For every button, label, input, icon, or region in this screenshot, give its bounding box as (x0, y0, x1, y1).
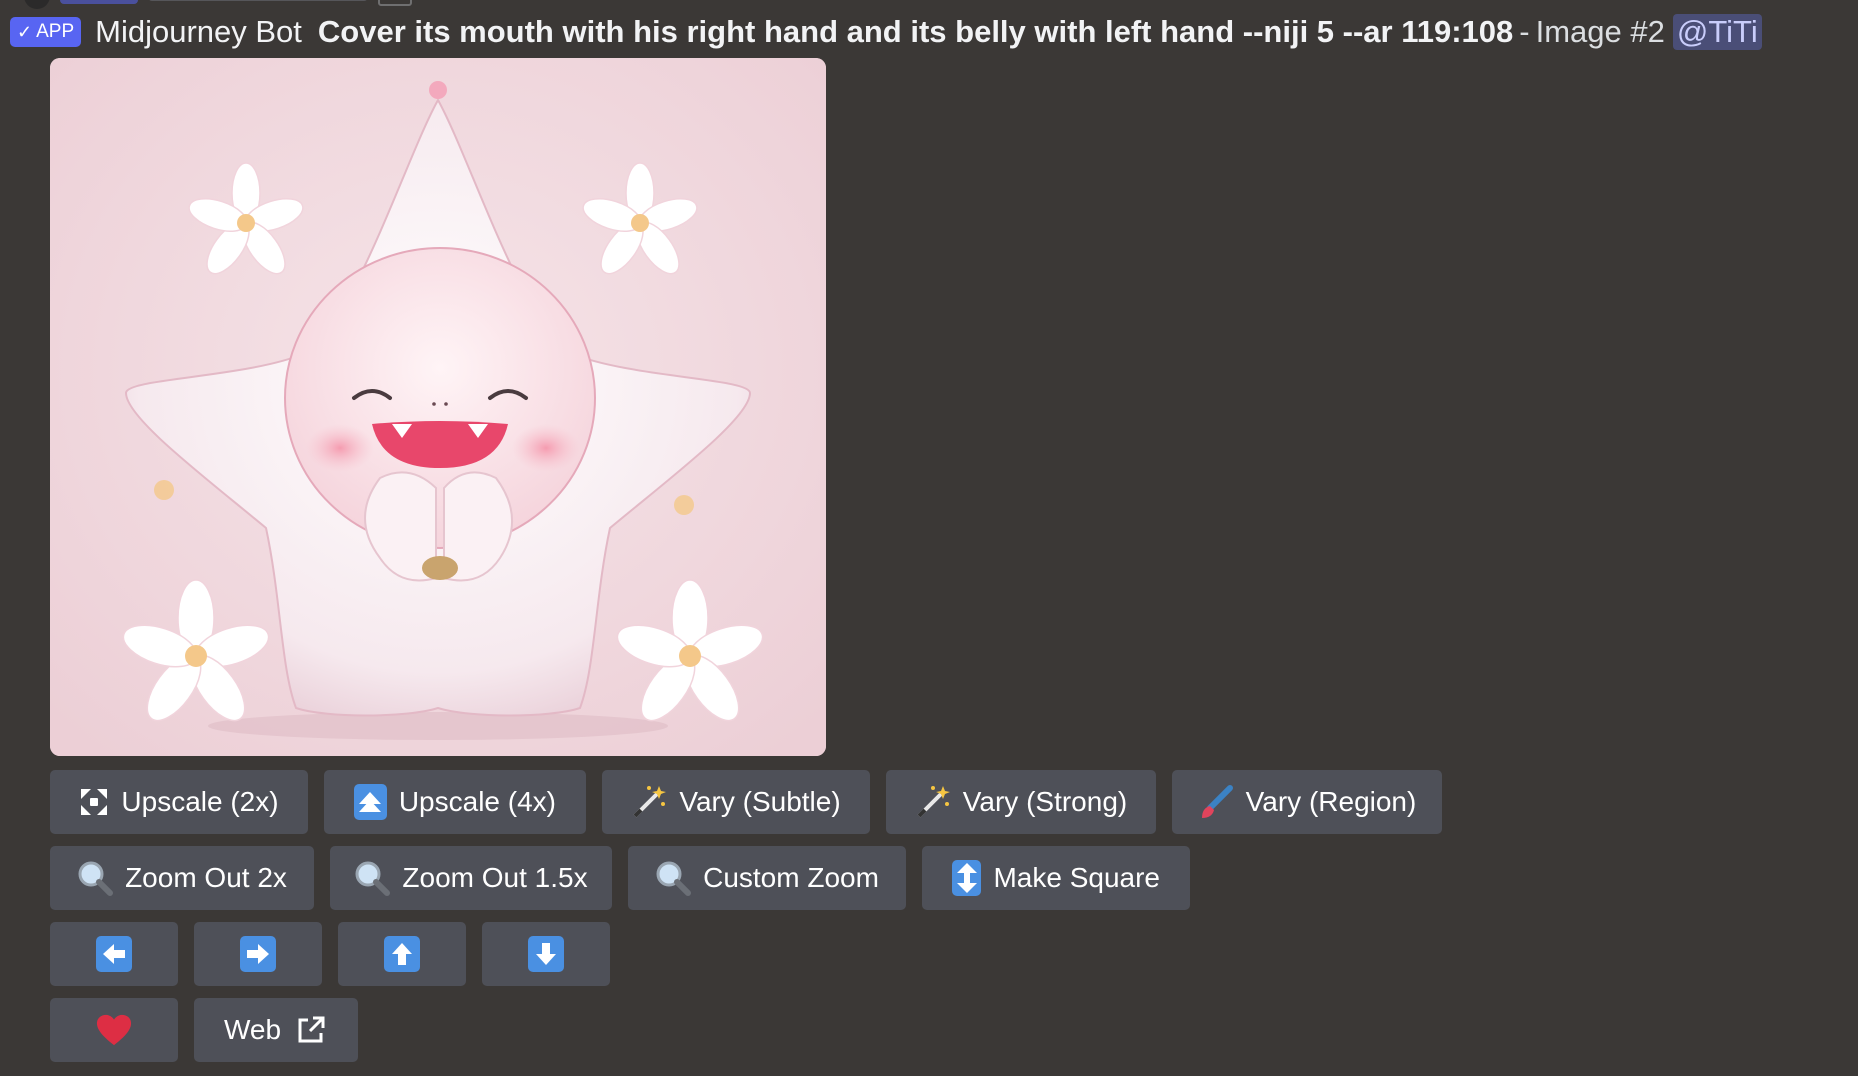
prompt-text: Cover its mouth with his right hand and … (317, 14, 1514, 49)
zoom-out-1-5x-button[interactable]: Zoom Out 1.5x (330, 846, 612, 910)
zoom-out-1-5x-label: Zoom Out 1.5x (402, 862, 588, 893)
make-square-label: Make Square (993, 862, 1160, 893)
upscale-2x-button[interactable]: Upscale (2x) (50, 770, 308, 834)
vary-region-label: Vary (Region) (1245, 786, 1417, 817)
reply-preview[interactable] (24, 0, 412, 9)
web-label: Web (224, 1014, 282, 1045)
bot-name[interactable]: Midjourney Bot (95, 14, 302, 50)
paintbrush-icon (1198, 784, 1234, 820)
user-mention[interactable]: @TiTi (1672, 14, 1762, 50)
up-arrow-icon (384, 936, 420, 972)
heart-icon (96, 1012, 132, 1048)
checkmark-icon: ✓ (17, 22, 33, 42)
vary-strong-label: Vary (Strong) (962, 786, 1128, 817)
vary-region-button[interactable]: Vary (Region) (1172, 770, 1442, 834)
magic-wand-icon (915, 784, 951, 820)
pan-down-button[interactable] (482, 922, 610, 986)
generated-image[interactable] (50, 58, 826, 756)
custom-zoom-label: Custom Zoom (703, 862, 879, 893)
make-square-button[interactable]: Make Square (922, 846, 1190, 910)
magnifier-icon (77, 860, 114, 896)
reply-text (148, 0, 368, 1)
vary-strong-button[interactable]: Vary (Strong) (886, 770, 1156, 834)
favorite-button[interactable] (50, 998, 178, 1062)
left-arrow-icon (96, 936, 132, 972)
reply-avatar (24, 0, 50, 9)
right-arrow-icon (240, 936, 276, 972)
button-row-4: Web (50, 998, 358, 1062)
upscale-2x-label: Upscale (2x) (121, 786, 279, 817)
pan-right-button[interactable] (194, 922, 322, 986)
up-down-arrow-icon (952, 860, 982, 896)
web-button[interactable]: Web (194, 998, 358, 1062)
expand-arrows-icon (79, 784, 109, 820)
reply-badge (60, 0, 138, 4)
magnifier-icon (655, 860, 692, 896)
app-badge-label: APP (36, 21, 75, 42)
up-arrow-box-icon (354, 784, 387, 820)
vary-subtle-label: Vary (Subtle) (679, 786, 841, 817)
magnifier-icon (354, 860, 391, 896)
custom-zoom-button[interactable]: Custom Zoom (628, 846, 906, 910)
magic-wand-icon (631, 784, 667, 820)
external-link-icon (293, 1012, 328, 1048)
button-row-2: Zoom Out 2x Zoom Out 1.5x Custom Zoom Ma… (50, 846, 1190, 910)
pan-up-button[interactable] (338, 922, 466, 986)
zoom-out-2x-label: Zoom Out 2x (125, 862, 287, 893)
upscale-4x-label: Upscale (4x) (398, 786, 556, 817)
discord-message: ✓ APP Midjourney Bot Cover its mouth wit… (0, 0, 1858, 1076)
image-icon (378, 0, 412, 6)
upscale-4x-button[interactable]: Upscale (4x) (324, 770, 586, 834)
down-arrow-icon (528, 936, 564, 972)
zoom-out-2x-button[interactable]: Zoom Out 2x (50, 846, 314, 910)
pan-left-button[interactable] (50, 922, 178, 986)
separator: - (1519, 14, 1530, 49)
vary-subtle-button[interactable]: Vary (Subtle) (602, 770, 870, 834)
app-badge: ✓ APP (10, 17, 82, 47)
button-row-1: Upscale (2x) Upscale (4x) Vary (Subtle) (50, 770, 1442, 834)
button-row-3 (50, 922, 610, 986)
star-character-illustration (50, 58, 826, 756)
message-header: ✓ APP Midjourney Bot Cover its mouth wit… (10, 12, 1762, 52)
image-number: Image #2 (1535, 14, 1665, 49)
